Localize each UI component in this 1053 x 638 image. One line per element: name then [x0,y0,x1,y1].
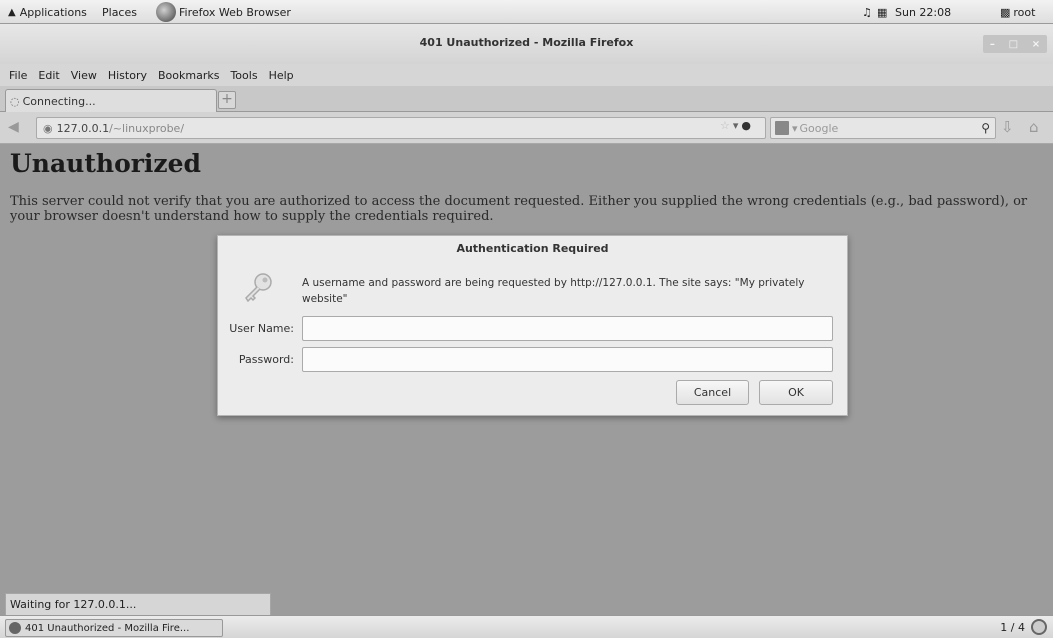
username-label: User Name: [229,322,294,335]
clock[interactable]: Sun 22:08 [895,0,951,24]
navigation-bar: ◀ ◉ 127.0.0.1 /~linuxprobe/ ☆ ▾ ● ▾ Goog… [0,112,1053,144]
workspace-indicator[interactable]: 1 / 4 [1000,621,1025,634]
bottom-panel: 401 Unauthorized - Mozilla Fire... 1 / 4 [0,615,1053,638]
network-icon[interactable]: ▦ [877,0,887,24]
taskbar-window-label: 401 Unauthorized - Mozilla Fire... [25,622,190,634]
authentication-dialog: Authentication Required A username and p… [217,235,848,416]
site-identity-icon[interactable]: ◉ [43,122,53,135]
search-placeholder: Google [799,121,839,135]
search-bar[interactable]: ▾ Google ⚲ [770,117,996,139]
ok-button[interactable]: OK [759,380,833,405]
dropdown-icon[interactable]: ▾ [733,119,739,132]
password-label: Password: [238,353,294,366]
url-bar-actions: ☆ ▾ ● [720,119,751,132]
minimize-icon[interactable]: – [990,39,995,50]
menu-tools[interactable]: Tools [230,69,257,82]
workspace-switcher-icon[interactable] [1031,619,1047,635]
page-message: This server could not verify that you ar… [10,194,1028,224]
menu-help[interactable]: Help [269,69,294,82]
home-icon[interactable]: ⌂ [1029,118,1039,136]
user-label: root [1013,5,1036,19]
applications-menu[interactable]: ▲ Applications [8,0,87,24]
top-panel: ▲ Applications Places Firefox Web Browse… [0,0,1053,24]
menu-history[interactable]: History [108,69,147,82]
menu-bar: File Edit View History Bookmarks Tools H… [0,64,1053,86]
new-tab-button[interactable]: + [218,91,236,109]
back-button[interactable]: ◀ [8,119,19,135]
search-engine-dropdown-icon[interactable]: ▾ [792,122,798,135]
tab-label: Connecting... [22,94,96,108]
url-path: /~linuxprobe/ [109,121,185,135]
places-menu[interactable]: Places [102,0,137,24]
key-icon [245,273,272,303]
download-icon[interactable]: ⇩ [1001,118,1014,136]
search-icon[interactable]: ⚲ [981,121,990,135]
bookmark-star-icon[interactable]: ☆ [720,119,730,132]
loading-icon: ◌ [10,94,20,108]
menu-edit[interactable]: Edit [38,69,59,82]
foot-icon: ▲ [8,6,16,18]
tab-bar: ◌ Connecting... + [0,86,1053,112]
page-title: Unauthorized [10,149,202,178]
active-app-label: Firefox Web Browser [179,5,291,19]
volume-icon[interactable]: ♫ [862,0,872,24]
menu-file[interactable]: File [9,69,27,82]
tab-connecting[interactable]: ◌ Connecting... [5,89,217,112]
taskbar-window-button[interactable]: 401 Unauthorized - Mozilla Fire... [5,619,223,637]
password-field[interactable] [302,347,833,372]
window-title: 401 Unauthorized - Mozilla Firefox [419,36,634,49]
url-bar[interactable]: ◉ 127.0.0.1 /~linuxprobe/ [36,117,766,139]
maximize-icon[interactable]: □ [1009,39,1018,50]
menu-bookmarks[interactable]: Bookmarks [158,69,219,82]
dialog-message: A username and password are being reques… [302,277,805,305]
menu-view[interactable]: View [71,69,97,82]
applications-label: Applications [19,5,87,19]
firefox-icon [9,622,21,634]
url-host: 127.0.0.1 [56,121,110,135]
active-app-menu[interactable]: Firefox Web Browser [156,0,291,24]
user-icon: ▩ [1000,5,1011,19]
username-field[interactable] [302,316,833,341]
status-text: Waiting for 127.0.0.1... [5,593,271,615]
google-engine-icon[interactable] [775,121,789,135]
firefox-icon [156,2,176,22]
dialog-title: Authentication Required [456,242,609,255]
window-titlebar[interactable]: 401 Unauthorized - Mozilla Firefox – □ × [0,24,1053,64]
close-icon[interactable]: × [1032,39,1040,50]
user-menu[interactable]: ▩ root [1000,0,1035,24]
window-controls: – □ × [983,35,1047,53]
cancel-button[interactable]: Cancel [676,380,749,405]
reload-icon[interactable]: ● [741,119,751,132]
places-label: Places [102,5,137,19]
